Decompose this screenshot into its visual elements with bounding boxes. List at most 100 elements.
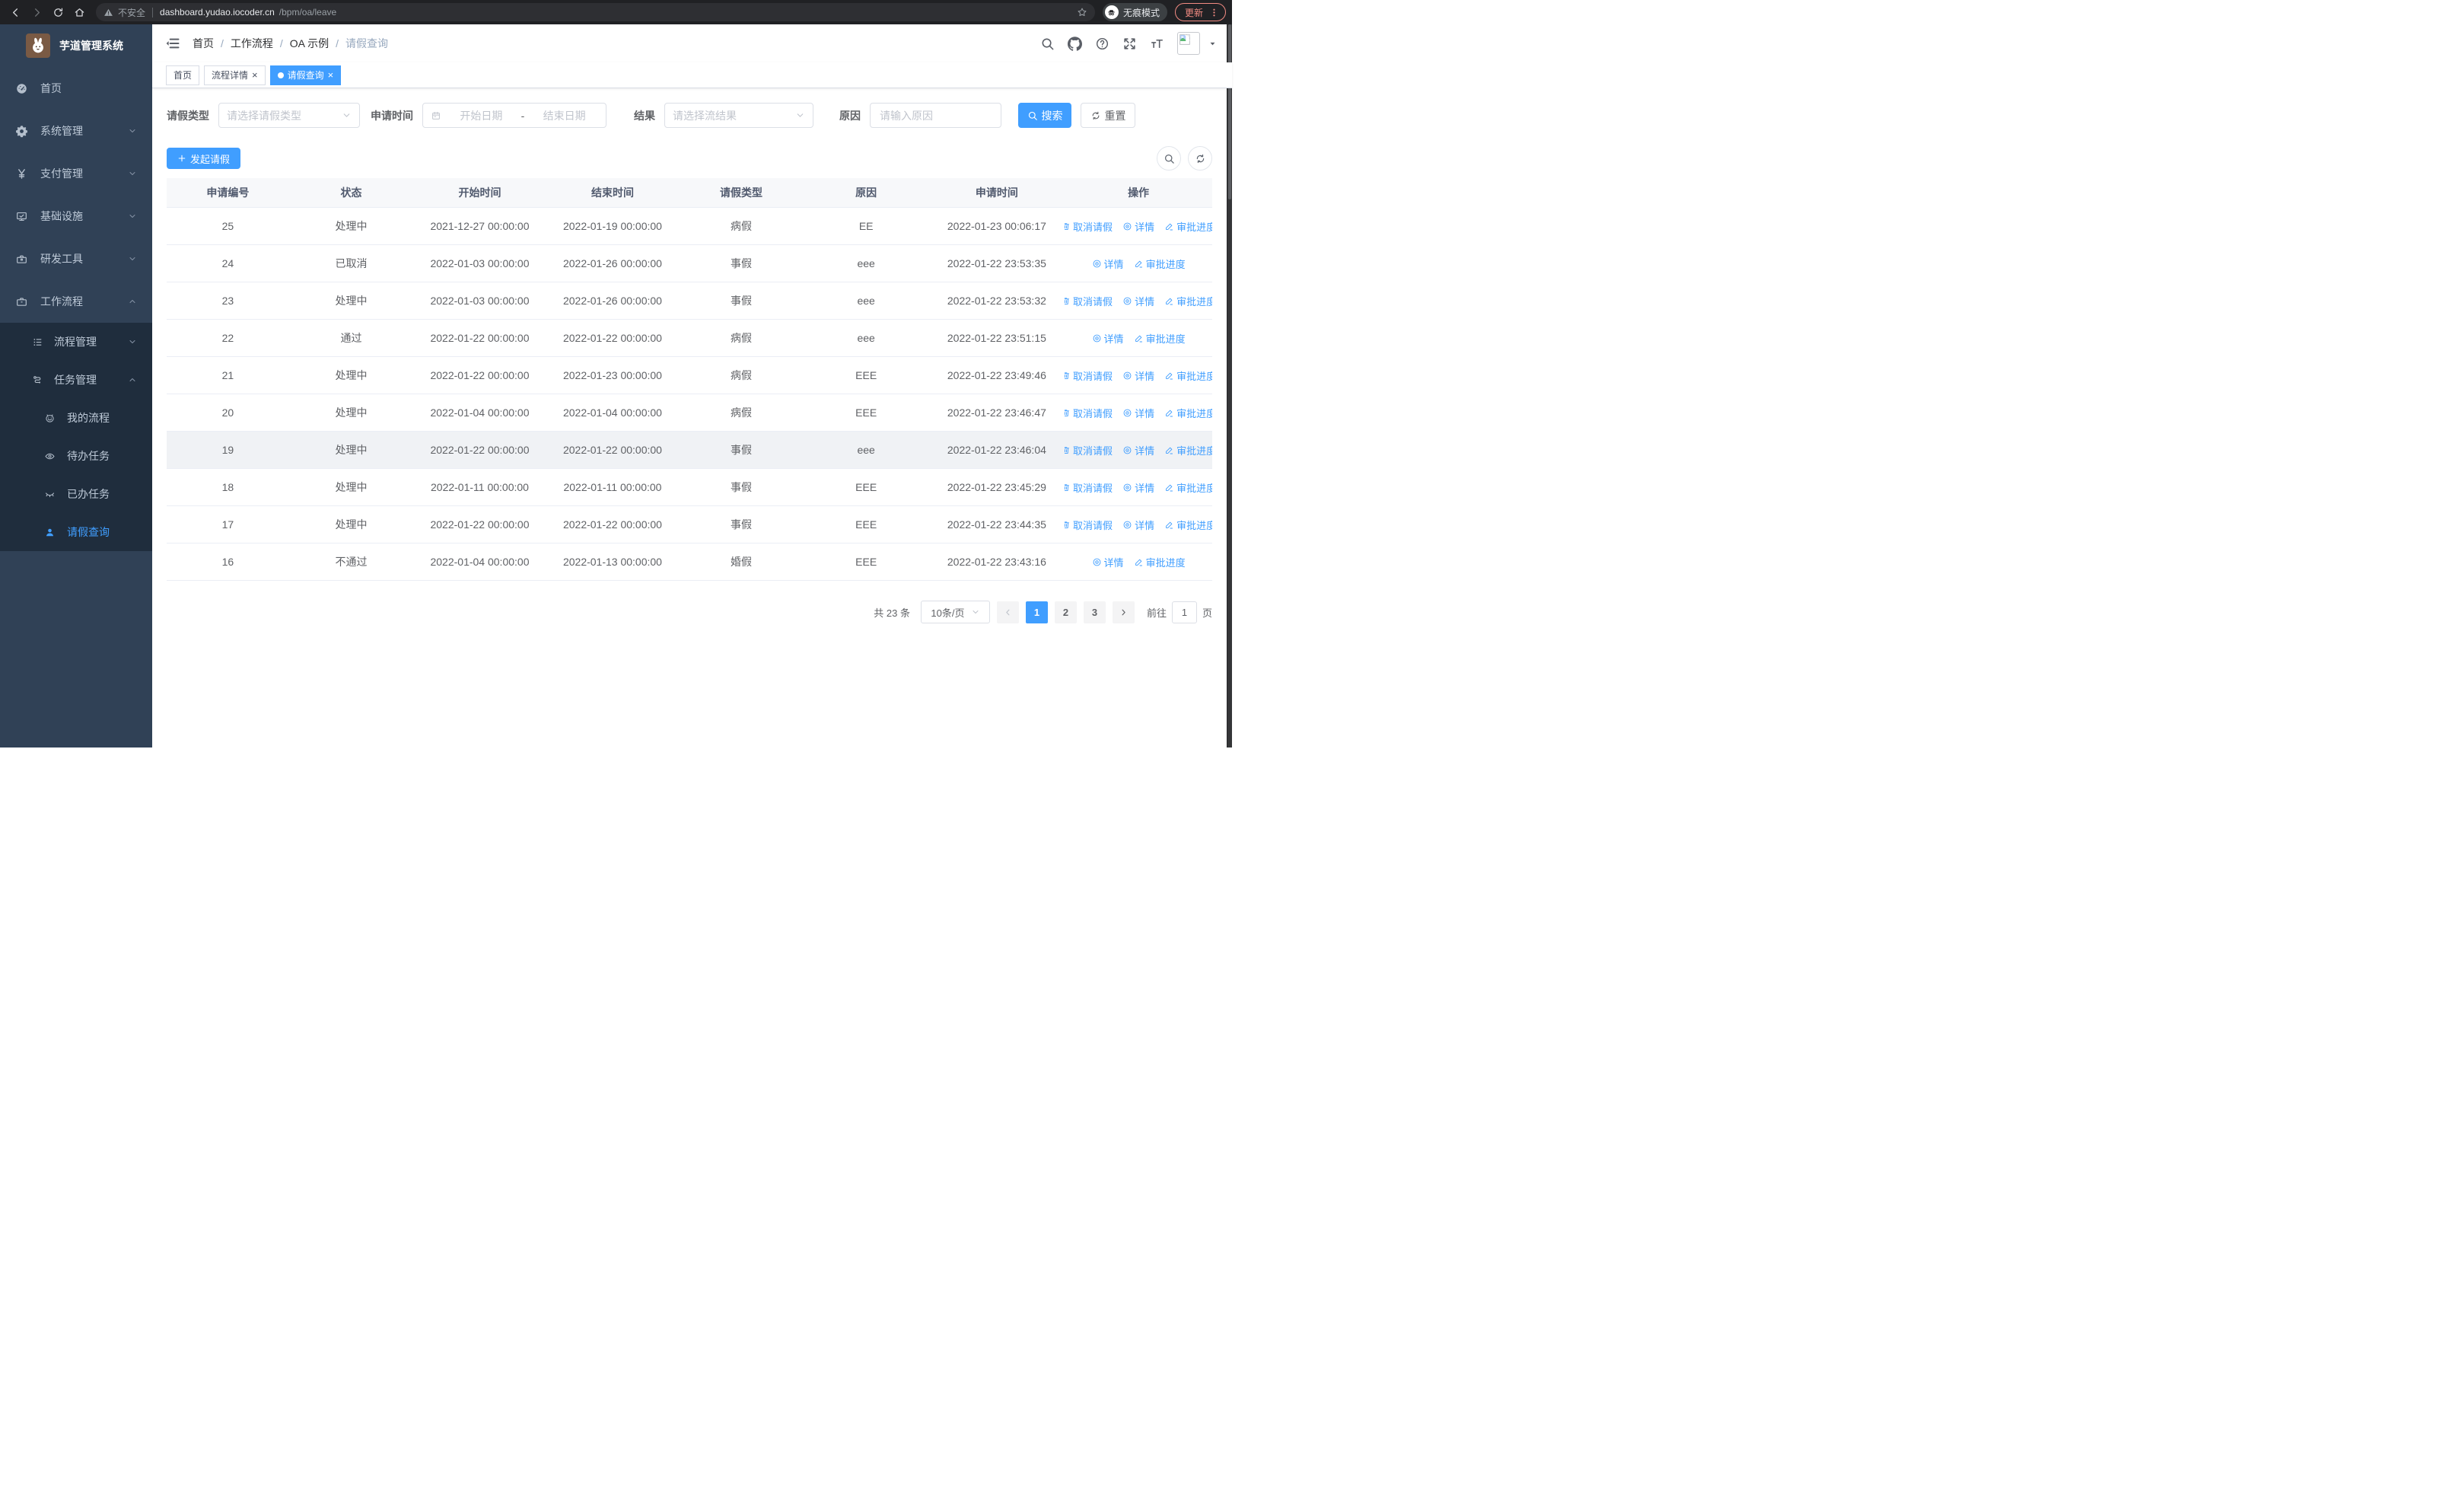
browser-reload-button[interactable]	[49, 3, 67, 21]
sidebar-item-label: 研发工具	[40, 253, 83, 265]
detail-action-link[interactable]: 详情	[1092, 257, 1124, 271]
avatar[interactable]	[1177, 32, 1200, 55]
tab-active-dot	[277, 72, 284, 78]
progress-action-link[interactable]: 审批进度	[1164, 368, 1212, 383]
filter-form: 请假类型 请选择请假类型 申请时间 开始日期 - 结束日期 结果 请选择流结果	[167, 103, 1212, 128]
cancel-action-link[interactable]: 取消请假	[1065, 219, 1113, 234]
browser-update-button[interactable]: 更新	[1174, 3, 1226, 21]
create-leave-button[interactable]: 发起请假	[167, 148, 241, 169]
scrollbar-thumb[interactable]	[1228, 24, 1231, 199]
cell-applied: 2022-01-22 23:46:04	[947, 444, 1046, 456]
sidebar-collapse-icon[interactable]	[165, 36, 180, 51]
progress-action-link[interactable]: 审批进度	[1164, 480, 1212, 495]
github-icon[interactable]	[1068, 37, 1082, 51]
sidebar-item-payment[interactable]: 支付管理	[0, 152, 152, 195]
cancel-action-link[interactable]: 取消请假	[1065, 480, 1113, 495]
cancel-action-link[interactable]: 取消请假	[1065, 406, 1113, 420]
column-header: 申请编号	[206, 186, 250, 199]
sidebar-item-infra[interactable]: 基础设施	[0, 195, 152, 237]
sidebar-item-label: 系统管理	[40, 125, 83, 137]
address-bar[interactable]: 不安全 dashboard.yudao.iocoder.cn/bpm/oa/le…	[96, 3, 1095, 21]
tab-首页[interactable]: 首页	[166, 65, 200, 85]
sidebar-item-done-task[interactable]: 已办任务	[0, 475, 152, 513]
table-row: 19 处理中 2022-01-22 00:00:00 2022-01-22 00:00…	[167, 432, 1212, 469]
tab-close-icon[interactable]: ×	[328, 70, 334, 80]
progress-action-link[interactable]: 审批进度	[1134, 331, 1186, 346]
toggle-search-button[interactable]	[1157, 146, 1181, 171]
detail-action-link[interactable]: 详情	[1122, 518, 1154, 532]
detail-action-link[interactable]: 详情	[1092, 555, 1124, 569]
detail-action-link[interactable]: 详情	[1092, 331, 1124, 346]
cell-id: 16	[221, 556, 234, 568]
progress-action-link[interactable]: 审批进度	[1134, 257, 1186, 271]
page-button-3[interactable]: 3	[1083, 601, 1106, 623]
help-icon[interactable]	[1095, 37, 1109, 51]
sidebar-item-workflow[interactable]: 工作流程	[0, 280, 152, 323]
result-select[interactable]: 请选择流结果	[664, 103, 813, 128]
chevron-up-icon	[128, 375, 137, 384]
detail-action-link[interactable]: 详情	[1122, 406, 1154, 420]
progress-action-link[interactable]: 审批进度	[1164, 219, 1212, 234]
action-label: 详情	[1135, 370, 1155, 382]
page-size-select[interactable]: 10条/页	[920, 601, 990, 623]
search-icon[interactable]	[1040, 37, 1055, 51]
detail-action-link[interactable]: 详情	[1122, 219, 1154, 234]
prev-page-button[interactable]	[996, 601, 1019, 623]
tab-close-icon[interactable]: ×	[252, 70, 258, 80]
apply-time-range-picker[interactable]: 开始日期 - 结束日期	[422, 103, 606, 128]
browser-home-button[interactable]	[70, 3, 88, 21]
sidebar-item-my-process[interactable]: 我的流程	[0, 399, 152, 437]
font-size-icon[interactable]	[1150, 37, 1164, 51]
progress-action-link[interactable]: 审批进度	[1164, 518, 1212, 532]
table-row: 25 处理中 2021-12-27 00:00:00 2022-01-19 00:00…	[167, 208, 1212, 245]
tab-请假查询[interactable]: 请假查询 ×	[269, 65, 342, 85]
sidebar-item-process-mgmt[interactable]: 流程管理	[0, 323, 152, 361]
leave-type-select[interactable]: 请选择请假类型	[218, 103, 360, 128]
cell-type: 事假	[730, 518, 752, 531]
browser-forward-button[interactable]	[27, 3, 46, 21]
cancel-action-link[interactable]: 取消请假	[1065, 518, 1113, 532]
sidebar-item-task-mgmt[interactable]: 任务管理	[0, 361, 152, 399]
detail-action-link[interactable]: 详情	[1122, 294, 1154, 308]
browser-back-button[interactable]	[6, 3, 24, 21]
progress-action-link[interactable]: 审批进度	[1164, 406, 1212, 420]
sidebar-item-todo-task[interactable]: 待办任务	[0, 437, 152, 475]
cancel-action-link[interactable]: 取消请假	[1065, 368, 1113, 383]
tab-流程详情[interactable]: 流程详情 ×	[204, 65, 266, 85]
reset-button[interactable]: 重置	[1081, 103, 1135, 128]
browser-menu-dots-icon[interactable]	[1209, 8, 1219, 18]
page-button-2[interactable]: 2	[1054, 601, 1077, 623]
reason-input[interactable]	[870, 103, 1001, 128]
search-button[interactable]: 搜索	[1018, 103, 1071, 128]
sidebar-item-system[interactable]: 系统管理	[0, 110, 152, 152]
cell-type: 病假	[730, 220, 752, 232]
dashboard-icon	[15, 82, 28, 95]
incognito-icon	[1104, 5, 1119, 19]
app-title: 芋道管理系统	[59, 40, 123, 52]
pen-icon	[1134, 259, 1144, 269]
next-page-button[interactable]	[1112, 601, 1135, 623]
sidebar-item-leave-query[interactable]: 请假查询	[0, 513, 152, 551]
page-scrollbar[interactable]	[1227, 24, 1232, 748]
progress-action-link[interactable]: 审批进度	[1164, 443, 1212, 457]
detail-action-link[interactable]: 详情	[1122, 443, 1154, 457]
detail-action-link[interactable]: 详情	[1122, 480, 1154, 495]
cancel-action-link[interactable]: 取消请假	[1065, 294, 1113, 308]
progress-action-link[interactable]: 审批进度	[1134, 555, 1186, 569]
gear-icon	[15, 125, 28, 138]
breadcrumb-item: 请假查询	[345, 37, 389, 49]
user-menu-caret-icon[interactable]	[1208, 40, 1217, 48]
fullscreen-icon[interactable]	[1122, 37, 1137, 51]
sidebar-item-devtools[interactable]: 研发工具	[0, 237, 152, 280]
page-button-1[interactable]: 1	[1025, 601, 1048, 623]
progress-action-link[interactable]: 审批进度	[1164, 294, 1212, 308]
cancel-action-link[interactable]: 取消请假	[1065, 443, 1113, 457]
table-row: 20 处理中 2022-01-04 00:00:00 2022-01-04 00:00…	[167, 394, 1212, 432]
bookmark-star-icon[interactable]	[1077, 7, 1087, 18]
goto-page-input[interactable]	[1171, 601, 1197, 623]
url-host: dashboard.yudao.iocoder.cn	[160, 7, 275, 18]
detail-action-link[interactable]: 详情	[1122, 368, 1154, 383]
refresh-table-button[interactable]	[1188, 146, 1212, 171]
sidebar-item-home[interactable]: 首页	[0, 67, 152, 110]
action-label: 审批进度	[1145, 333, 1186, 345]
